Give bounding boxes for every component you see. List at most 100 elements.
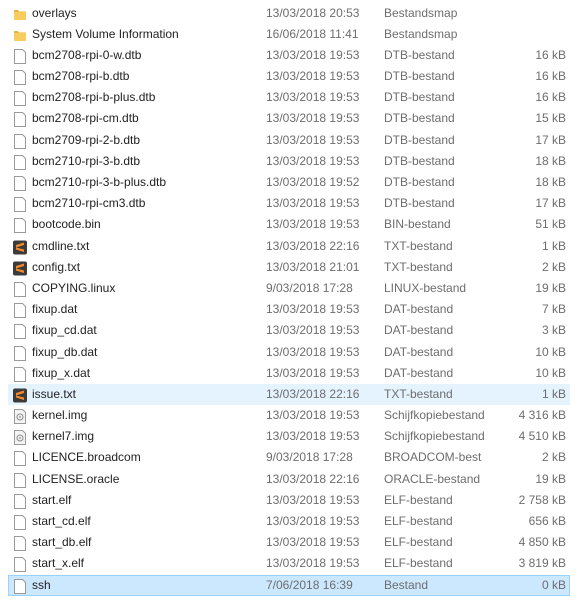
file-date-modified: 13/03/2018 19:53 — [266, 111, 360, 126]
file-row[interactable]: bootcode.bin 13/03/2018 19:53 BIN-bestand 5… — [8, 214, 570, 235]
file-name: LICENSE.oracle — [32, 471, 120, 486]
file-name: bcm2710-rpi-3-b-plus.dtb — [32, 175, 167, 189]
file-name: start.elf — [32, 492, 72, 507]
file-type: DTB-bestand — [384, 69, 455, 84]
file-row[interactable]: System Volume Information 16/06/2018 11:4… — [8, 24, 570, 45]
file-row[interactable]: fixup_x.dat 13/03/2018 19:53 DAT-bestand 10… — [8, 363, 570, 384]
file-type: Bestandsmap — [384, 26, 458, 41]
file-row[interactable]: cmdline.txt 13/03/2018 22:16 TXT-bestand 1 … — [8, 236, 570, 257]
file-row[interactable]: bcm2708-rpi-b-plus.dtb 13/03/2018 19:53 DT… — [8, 87, 570, 108]
file-size: 656 kB — [528, 514, 566, 528]
file-row[interactable]: start_cd.elf 13/03/2018 19:53 ELF-bestand 6… — [8, 511, 570, 532]
file-row[interactable]: fixup_db.dat 13/03/2018 19:53 DAT-bestand 1… — [8, 342, 570, 363]
file-date-modified: 13/03/2018 19:53 — [266, 217, 360, 232]
file-icon — [13, 493, 27, 509]
file-name: bcm2709-rpi-2-b.dtb — [32, 132, 141, 147]
file-size: 2 758 kB — [518, 492, 566, 507]
file-date-modified: 13/03/2018 19:53 — [266, 90, 360, 105]
file-size: 2 kB — [541, 259, 566, 274]
file-name: start_db.elf — [32, 535, 92, 550]
file-name: bcm2708-rpi-0-w.dtb — [32, 47, 142, 62]
file-name: fixup_cd.dat — [32, 323, 97, 338]
file-type: ELF-bestand — [384, 492, 453, 507]
file-row[interactable]: ssh 7/06/2018 16:39 Bestand 0 kB — [8, 574, 570, 596]
file-icon — [13, 366, 27, 382]
file-type: DTB-bestand — [384, 47, 455, 62]
file-date-modified: 13/03/2018 19:53 — [266, 69, 360, 84]
file-name: bcm2710-rpi-3-b.dtb — [32, 153, 141, 168]
file-size: 19 kB — [535, 280, 566, 295]
file-date-modified: 13/03/2018 19:53 — [266, 153, 360, 168]
file-row[interactable]: bcm2710-rpi-3-b.dtb 13/03/2018 19:53 DTB-b… — [8, 151, 570, 172]
file-list: overlays 13/03/2018 20:53 Bestandsmap Syste… — [0, 3, 578, 596]
file-row[interactable]: bcm2708-rpi-cm.dtb 13/03/2018 19:53 DTB-be… — [8, 108, 570, 129]
file-size: 0 kB — [541, 577, 566, 592]
file-date-modified: 13/03/2018 19:53 — [266, 323, 360, 338]
file-date-modified: 13/03/2018 22:16 — [266, 386, 360, 401]
file-icon — [13, 91, 27, 107]
file-type: Bestand — [384, 577, 429, 592]
file-row[interactable]: kernel.img 13/03/2018 19:53 Schijfkopiebes… — [8, 405, 570, 426]
file-size: 4 850 kB — [518, 535, 566, 550]
file-name: fixup.dat — [32, 302, 78, 317]
file-row[interactable]: fixup.dat 13/03/2018 19:53 DAT-bestand 7 kB — [8, 299, 570, 320]
file-row[interactable]: LICENCE.broadcom 9/03/2018 17:28 BROADCOM-… — [8, 447, 570, 468]
file-type: DTB-bestand — [384, 196, 455, 211]
file-icon — [13, 451, 27, 467]
file-name: ssh — [32, 577, 51, 592]
file-row[interactable]: bcm2708-rpi-b.dtb 13/03/2018 19:53 DTB-bes… — [8, 66, 570, 87]
file-date-modified: 13/03/2018 19:53 — [266, 408, 360, 423]
file-type: Bestandsmap — [384, 5, 458, 20]
file-size: 18 kB — [535, 153, 566, 168]
file-row[interactable]: start_x.elf 13/03/2018 19:53 ELF-bestand 3 … — [8, 553, 570, 574]
file-row[interactable]: start_db.elf 13/03/2018 19:53 ELF-bestand 4… — [8, 532, 570, 553]
file-date-modified: 13/03/2018 19:53 — [266, 132, 360, 147]
file-type: Schijfkopiebestand — [384, 408, 485, 423]
file-size: 17 kB — [535, 132, 566, 147]
file-type: DTB-bestand — [384, 90, 455, 105]
file-name: cmdline.txt — [32, 238, 90, 253]
file-row[interactable]: bcm2708-rpi-0-w.dtb 13/03/2018 19:53 DTB-b… — [8, 45, 570, 66]
file-type: ELF-bestand — [384, 514, 453, 528]
file-date-modified: 13/03/2018 19:53 — [266, 302, 360, 317]
file-name: bcm2708-rpi-b.dtb — [32, 69, 130, 84]
file-row[interactable]: fixup_cd.dat 13/03/2018 19:53 DAT-bestand 3… — [8, 320, 570, 341]
file-row[interactable]: COPYING.linux 9/03/2018 17:28 LINUX-bestan… — [8, 278, 570, 299]
file-date-modified: 13/03/2018 19:53 — [266, 556, 360, 571]
file-row[interactable]: bcm2710-rpi-cm3.dtb 13/03/2018 19:53 DTB-b… — [8, 193, 570, 214]
file-size: 16 kB — [535, 47, 566, 62]
file-row[interactable]: kernel7.img 13/03/2018 19:53 Schijfkopiebe… — [8, 426, 570, 447]
file-row[interactable]: config.txt 13/03/2018 21:01 TXT-bestand 2 k… — [8, 257, 570, 278]
file-name: bcm2710-rpi-cm3.dtb — [32, 196, 146, 211]
file-icon — [13, 557, 27, 573]
file-size: 1 kB — [541, 386, 566, 401]
file-type: DAT-bestand — [384, 365, 454, 380]
file-row[interactable]: LICENSE.oracle 13/03/2018 22:16 ORACLE-bes… — [8, 469, 570, 490]
file-icon — [13, 472, 27, 488]
file-date-modified: 13/03/2018 19:53 — [266, 492, 360, 507]
file-row[interactable]: overlays 13/03/2018 20:53 Bestandsmap — [8, 3, 570, 24]
file-date-modified: 13/03/2018 22:16 — [266, 471, 360, 486]
file-type: TXT-bestand — [384, 386, 453, 401]
file-icon — [13, 112, 27, 128]
file-date-modified: 13/03/2018 19:53 — [266, 344, 360, 359]
file-type: ELF-bestand — [384, 556, 453, 571]
file-name: start_x.elf — [32, 556, 85, 571]
file-type: DAT-bestand — [384, 344, 454, 359]
file-name: System Volume Information — [32, 26, 179, 41]
file-name: issue.txt — [32, 386, 77, 401]
file-size: 3 819 kB — [518, 556, 566, 571]
file-name: LICENCE.broadcom — [32, 450, 141, 465]
file-date-modified: 13/03/2018 19:53 — [266, 429, 360, 444]
file-type: TXT-bestand — [384, 259, 453, 274]
file-row[interactable]: bcm2709-rpi-2-b.dtb 13/03/2018 19:53 DTB-b… — [8, 130, 570, 151]
file-row[interactable]: bcm2710-rpi-3-b-plus.dtb 13/03/2018 19:52… — [8, 172, 570, 193]
file-row[interactable]: issue.txt 13/03/2018 22:16 TXT-bestand 1 kB — [8, 383, 570, 406]
file-icon — [13, 345, 27, 361]
file-row[interactable]: start.elf 13/03/2018 19:53 ELF-bestand 2 75… — [8, 490, 570, 511]
file-type: DAT-bestand — [384, 323, 454, 338]
file-date-modified: 13/03/2018 19:53 — [266, 535, 360, 550]
file-date-modified: 13/03/2018 21:01 — [266, 259, 360, 274]
sublime-text-icon — [13, 261, 27, 276]
file-icon — [13, 218, 27, 234]
